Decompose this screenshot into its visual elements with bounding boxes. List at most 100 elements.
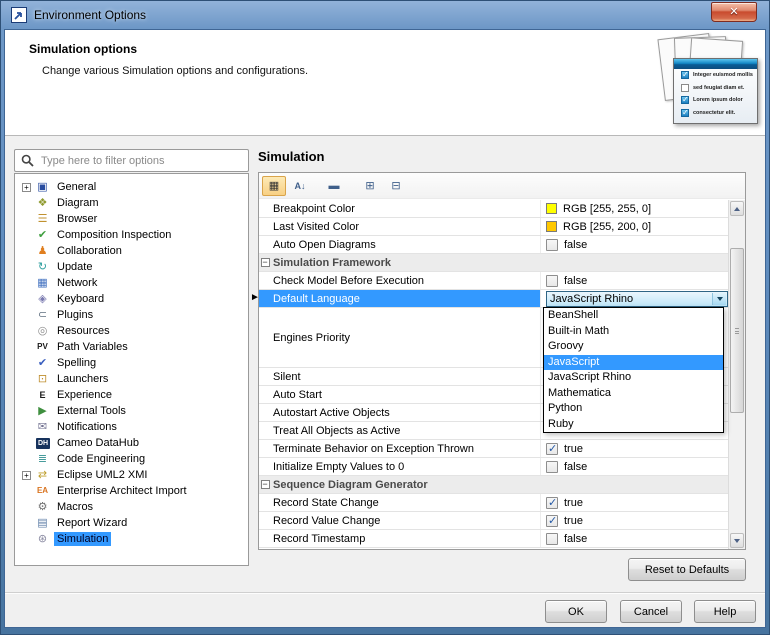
- sidebar-item-browser[interactable]: ☰ Browser: [15, 211, 248, 227]
- sort-alphabetically-button[interactable]: A↓: [288, 176, 312, 196]
- dropdown-option-groovy[interactable]: Groovy: [544, 339, 723, 355]
- sidebar-item-eclipse-uml2-xmi[interactable]: + ⇄ Eclipse UML2 XMI: [15, 467, 248, 483]
- property-label: Silent: [273, 370, 301, 383]
- title-bar: Environment Options ✕: [0, 0, 770, 30]
- sidebar-item-plugins[interactable]: ⊂ Plugins: [15, 307, 248, 323]
- window-title: Environment Options: [34, 8, 147, 22]
- collapse-group-icon[interactable]: −: [259, 476, 271, 493]
- sidebar-item-label: Macros: [57, 501, 94, 513]
- unchecked-checkbox[interactable]: [546, 532, 558, 545]
- dropdown-option-ruby[interactable]: Ruby: [544, 417, 723, 433]
- sidebar-item-keyboard[interactable]: ◈ Keyboard: [15, 291, 248, 307]
- sidebar-item-enterprise-architect-import[interactable]: EA Enterprise Architect Import: [15, 483, 248, 499]
- property-row-record-value-change[interactable]: Record Value Change true: [259, 512, 729, 530]
- color-value-text: RGB [255, 200, 0]: [563, 220, 652, 233]
- collapse-group-icon[interactable]: −: [259, 254, 271, 271]
- property-label: Engines Priority: [273, 331, 351, 344]
- property-row-terminate-behavior-on-exception-thrown[interactable]: Terminate Behavior on Exception Thrown tr…: [259, 440, 729, 458]
- row-gutter: [259, 512, 271, 529]
- dropdown-option-javascript[interactable]: JavaScript: [544, 354, 723, 370]
- expander-icon[interactable]: +: [22, 182, 31, 192]
- options-tree: + ▣ General ❖ Diagram ☰ Browser ✔ Composition In…: [14, 173, 249, 566]
- collapse-all-button[interactable]: ⊟: [384, 176, 408, 196]
- checked-checkbox[interactable]: [546, 514, 558, 527]
- sidebar-item-spelling[interactable]: ✔ Spelling: [15, 355, 248, 371]
- property-row-record-timestamp[interactable]: Record Timestamp false: [259, 530, 729, 548]
- dropdown-option-mathematica[interactable]: Mathematica: [544, 386, 723, 402]
- sidebar-item-diagram[interactable]: ❖ Diagram: [15, 195, 248, 211]
- collapse-all-icon: ⊟: [391, 180, 401, 192]
- sidebar-item-simulation[interactable]: ⊛ Simulation: [15, 531, 248, 547]
- sidebar-item-collaboration[interactable]: ♟ Collaboration: [15, 243, 248, 259]
- reset-to-defaults-button[interactable]: Reset to Defaults: [628, 558, 746, 581]
- sidebar-item-report-wizard[interactable]: ▤ Report Wizard: [15, 515, 248, 531]
- sidebar-item-experience[interactable]: E Experience: [15, 387, 248, 403]
- property-row-auto-open-diagrams[interactable]: Auto Open Diagrams false: [259, 236, 729, 254]
- sidebar-item-path-variables[interactable]: PV Path Variables: [15, 339, 248, 355]
- sidebar-item-update[interactable]: ↻ Update: [15, 259, 248, 275]
- properties-toolbar: ▦ A↓ ▬ ⊞ ⊟: [259, 173, 745, 199]
- close-button[interactable]: ✕: [711, 2, 757, 22]
- ok-button[interactable]: OK: [545, 600, 607, 623]
- sidebar-item-label: Launchers: [57, 373, 109, 385]
- sidebar-item-composition-inspection[interactable]: ✔ Composition Inspection: [15, 227, 248, 243]
- expander-icon[interactable]: +: [22, 470, 31, 480]
- dropdown-option-javascript-rhino[interactable]: JavaScript Rhino: [544, 370, 723, 386]
- dropdown-option-built-in-math[interactable]: Built-in Math: [544, 324, 723, 340]
- plugins-icon: ⊂: [37, 309, 48, 321]
- unchecked-checkbox[interactable]: [546, 238, 558, 251]
- property-value: false: [540, 236, 729, 253]
- sidebar-item-network[interactable]: ▦ Network: [15, 275, 248, 291]
- property-row-record-state-change[interactable]: Record State Change true: [259, 494, 729, 512]
- notifications-icon: ✉: [37, 421, 48, 433]
- sidebar-item-macros[interactable]: ⚙ Macros: [15, 499, 248, 515]
- scroll-up-button[interactable]: [730, 201, 744, 216]
- row-gutter: [259, 530, 271, 547]
- unchecked-checkbox[interactable]: [546, 460, 558, 473]
- sidebar-item-external-tools[interactable]: ▶ External Tools: [15, 403, 248, 419]
- sidebar-item-cameo-datahub[interactable]: DH Cameo DataHub: [15, 435, 248, 451]
- sidebar-item-code-engineering[interactable]: ≣ Code Engineering: [15, 451, 248, 467]
- resources-icon: ◎: [37, 325, 48, 337]
- unchecked-checkbox[interactable]: [546, 274, 558, 287]
- show-categorized-view-button[interactable]: ▦: [262, 175, 286, 196]
- property-row-check-model-before-execution[interactable]: Check Model Before Execution false: [259, 272, 729, 290]
- sidebar-item-label: Diagram: [57, 197, 99, 209]
- property-label: Auto Open Diagrams: [273, 238, 376, 251]
- checked-checkbox-icon: [681, 95, 689, 105]
- show-description-area-button[interactable]: ▬: [322, 176, 346, 196]
- color-swatch[interactable]: [546, 203, 557, 214]
- checklist-item-label: consectetur elit.: [693, 109, 736, 116]
- group-row-sequence-diagram-generator[interactable]: − Sequence Diagram Generator: [259, 476, 729, 494]
- property-row-initialize-empty-values-to-0[interactable]: Initialize Empty Values to 0 false: [259, 458, 729, 476]
- color-swatch[interactable]: [546, 221, 557, 232]
- selected-row-marker: ►: [250, 292, 260, 303]
- property-row-breakpoint-color[interactable]: Breakpoint Color RGB [255, 255, 0]: [259, 200, 729, 218]
- chevron-down-icon[interactable]: [712, 292, 726, 305]
- sidebar-item-general[interactable]: + ▣ General: [15, 179, 248, 195]
- expand-all-icon: ⊞: [365, 180, 375, 192]
- default-language-combo[interactable]: JavaScript Rhino: [546, 290, 728, 307]
- filter-input[interactable]: [39, 153, 248, 168]
- sidebar-item-launchers[interactable]: ⊡ Launchers: [15, 371, 248, 387]
- scrollbar-thumb[interactable]: [730, 248, 744, 413]
- checked-checkbox-icon: [681, 70, 689, 80]
- dropdown-option-python[interactable]: Python: [544, 401, 723, 417]
- checked-checkbox[interactable]: [546, 442, 558, 455]
- group-label: Sequence Diagram Generator: [273, 478, 428, 491]
- property-row-last-visited-color[interactable]: Last Visited Color RGB [255, 200, 0]: [259, 218, 729, 236]
- checked-checkbox[interactable]: [546, 496, 558, 509]
- external-tools-icon: ▶: [38, 405, 47, 417]
- dropdown-option-beanshell[interactable]: BeanShell: [544, 308, 723, 324]
- checklist-item-label: Integer euismod mollis: [693, 72, 753, 79]
- sidebar-item-resources[interactable]: ◎ Resources: [15, 323, 248, 339]
- scroll-down-button[interactable]: [730, 533, 744, 548]
- group-row-simulation-framework[interactable]: − Simulation Framework: [259, 254, 729, 272]
- sidebar-item-notifications[interactable]: ✉ Notifications: [15, 419, 248, 435]
- property-label: Record State Change: [273, 496, 379, 509]
- bool-value-text: false: [564, 460, 588, 473]
- expand-all-button[interactable]: ⊞: [358, 176, 382, 196]
- help-button[interactable]: Help: [694, 600, 756, 623]
- cancel-button[interactable]: Cancel: [620, 600, 682, 623]
- property-row-default-language[interactable]: Default Language JavaScript Rhino: [259, 290, 729, 308]
